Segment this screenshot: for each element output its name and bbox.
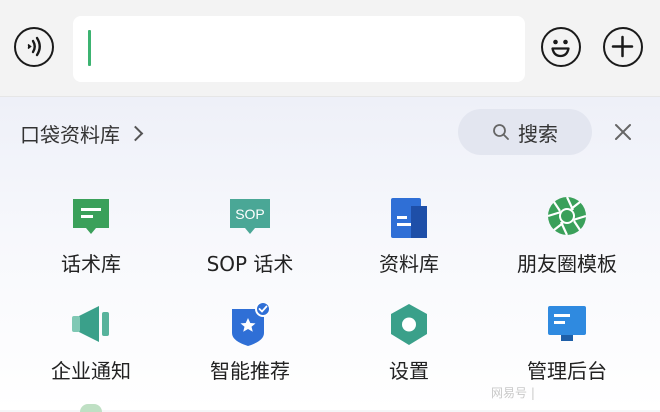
grid-item-smart-recommend[interactable]: 智能推荐 [170,303,330,403]
smiley-icon [551,39,570,58]
grid-item-document-library[interactable]: 资料库 [329,196,489,296]
partial-icon-next-row [80,404,102,412]
grid-item-sop-script[interactable]: SOP SOP 话术 [170,196,330,296]
watermark: 网易号 | [491,386,535,400]
more-button[interactable] [603,27,643,67]
grid-item-label: 企业通知 [51,359,131,383]
grid-item-label: 智能推荐 [210,359,290,383]
megaphone-icon [72,306,109,342]
grid-item-script-library[interactable]: 话术库 [11,196,171,296]
voice-input-button[interactable] [14,27,54,67]
star-badge-check-icon [232,303,270,346]
camera-aperture-green-icon [547,196,587,236]
text-caret [88,30,91,66]
chat-bubble-green-icon [73,199,109,234]
search-icon [493,124,509,140]
grid-item-label: SOP 话术 [206,252,294,276]
grid-item-company-notice[interactable]: 企业通知 [11,303,171,403]
grid-item-label: 设置 [389,359,429,383]
library-link[interactable]: 口袋资料库 [20,119,144,147]
monitor-blue-icon [548,306,586,341]
document-blue-icon [391,198,427,238]
grid-item-label: 管理后台 [527,359,607,383]
close-icon[interactable] [612,121,634,143]
search-button[interactable]: 搜索 [458,109,592,155]
grid-item-label: 朋友圈模板 [517,252,617,276]
toolbox-panel: 口袋资料库 搜索 话术库 SOP SOP 话术 资料库 朋友圈模板 企业通知 智… [0,97,660,410]
grid-item-label: 资料库 [379,252,439,276]
grid-item-moments-template[interactable]: 朋友圈模板 [487,196,647,296]
message-input[interactable] [73,16,525,82]
grid-item-label: 话术库 [61,252,121,276]
hexagon-settings-icon [391,304,427,345]
grid-item-settings[interactable]: 设置 [329,303,489,403]
input-bar [0,0,660,97]
search-label: 搜索 [518,121,558,146]
voice-icon [27,36,41,57]
emoji-button[interactable] [541,27,581,67]
plus-icon [611,35,634,58]
sop-bubble-icon: SOP [230,199,270,234]
library-title: 口袋资料库 [20,122,120,147]
sop-badge-text: SOP [235,206,265,222]
chevron-right-icon [127,125,144,141]
